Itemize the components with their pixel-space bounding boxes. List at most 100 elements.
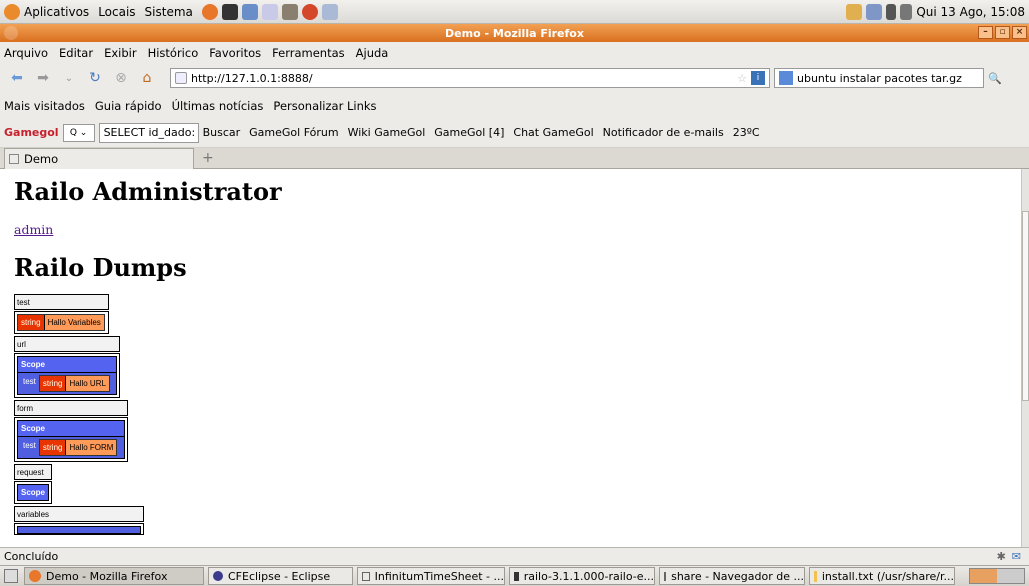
task-firefox[interactable]: Demo - Mozilla Firefox bbox=[24, 567, 204, 585]
minimize-button[interactable]: – bbox=[978, 26, 993, 39]
string-type-label[interactable]: string bbox=[39, 376, 66, 391]
menu-exibir[interactable]: Exibir bbox=[104, 46, 137, 60]
bookmark-personalizar-links[interactable]: Personalizar Links bbox=[273, 99, 376, 113]
menu-aplicativos[interactable]: Aplicativos bbox=[24, 5, 89, 19]
bookmark-star-icon[interactable]: ☆ bbox=[737, 72, 747, 85]
task-terminal[interactable]: railo-3.1.1.000-railo-e... bbox=[509, 567, 655, 585]
clock[interactable]: Qui 13 Ago, 15:08 bbox=[916, 5, 1025, 19]
site-identity-icon[interactable] bbox=[175, 72, 187, 84]
folder-task-icon bbox=[664, 571, 667, 581]
string-value: Hallo FORM bbox=[65, 440, 117, 455]
show-desktop-icon[interactable] bbox=[4, 569, 18, 583]
page-scrollbar[interactable] bbox=[1021, 169, 1029, 547]
menu-historico[interactable]: Histórico bbox=[148, 46, 199, 60]
gimp-launcher-icon[interactable] bbox=[281, 3, 298, 20]
dump-key-variables[interactable]: variables bbox=[14, 506, 144, 522]
history-dropdown-icon[interactable]: ⌄ bbox=[58, 67, 80, 89]
url-bar[interactable]: ☆ i bbox=[170, 68, 770, 88]
volume-tray-icon[interactable] bbox=[900, 3, 913, 20]
gamegol-query-select[interactable]: SELECT id_dado: bbox=[98, 122, 199, 143]
menu-locais[interactable]: Locais bbox=[98, 5, 135, 19]
dump-value-variables bbox=[14, 523, 144, 535]
firefox-window-icon[interactable] bbox=[4, 26, 18, 40]
scope-header[interactable]: Scope bbox=[18, 485, 48, 500]
menubar: Arquivo Editar Exibir Histórico Favorito… bbox=[0, 42, 1029, 63]
search-engine-icon[interactable] bbox=[779, 71, 793, 85]
task-text-editor[interactable]: install.txt (/usr/share/r... bbox=[809, 567, 955, 585]
scrollbar-thumb[interactable] bbox=[1022, 211, 1029, 401]
gamegol-wiki-link[interactable]: Wiki GameGol bbox=[348, 126, 426, 139]
new-tab-icon[interactable]: + bbox=[202, 150, 214, 166]
menu-ajuda[interactable]: Ajuda bbox=[356, 46, 389, 60]
stop-icon[interactable]: ⊗ bbox=[110, 67, 132, 89]
menu-arquivo[interactable]: Arquivo bbox=[4, 46, 48, 60]
user-tray-icon[interactable] bbox=[866, 3, 883, 20]
back-arrow-icon[interactable]: ⬅ bbox=[6, 67, 28, 89]
window-title: Demo - Mozilla Firefox bbox=[445, 26, 584, 40]
menu-favoritos[interactable]: Favoritos bbox=[209, 46, 261, 60]
bookmark-guia-rapido[interactable]: Guia rápido bbox=[95, 99, 162, 113]
task-label: install.txt (/usr/share/r... bbox=[821, 569, 954, 583]
scope-key[interactable]: test bbox=[20, 439, 39, 456]
reload-icon[interactable]: ↻ bbox=[84, 67, 106, 89]
mail-status-icon[interactable]: ✉ bbox=[1012, 550, 1021, 563]
weather-widget[interactable]: 23ºC bbox=[733, 126, 760, 139]
gnome-top-panel: Aplicativos Locais Sistema Qui 13 Ago, 1… bbox=[0, 0, 1029, 24]
gamegol-rss-link[interactable]: GameGol [4] bbox=[434, 126, 504, 139]
scope-header[interactable]: Scope bbox=[18, 421, 124, 437]
gamegol-search-dropdown[interactable]: Q ⌄ bbox=[62, 123, 95, 142]
gamegol-buscar-button[interactable]: Buscar bbox=[203, 126, 241, 139]
window-titlebar[interactable]: Demo - Mozilla Firefox – ▫ × bbox=[0, 24, 1029, 42]
string-type-label[interactable]: string bbox=[39, 440, 66, 455]
scope-key[interactable]: test bbox=[20, 375, 39, 392]
task-file-browser[interactable]: share - Navegador de ... bbox=[659, 567, 805, 585]
close-button[interactable]: × bbox=[1012, 26, 1027, 39]
signal-tray-icon[interactable] bbox=[886, 3, 897, 20]
menu-ferramentas[interactable]: Ferramentas bbox=[272, 46, 344, 60]
menu-sistema[interactable]: Sistema bbox=[145, 5, 193, 19]
search-input[interactable] bbox=[797, 71, 983, 85]
web-launcher-icon[interactable] bbox=[301, 3, 318, 20]
dump-key-test[interactable]: test bbox=[14, 294, 109, 310]
page-title: Railo Administrator bbox=[14, 177, 282, 206]
email-notifier-link[interactable]: Notificador de e-mails bbox=[603, 126, 724, 139]
info-dropdown-icon[interactable]: i bbox=[751, 71, 765, 85]
tab-label: Demo bbox=[24, 151, 59, 166]
tab-bar: Demo + bbox=[0, 147, 1029, 169]
editor-launcher-icon[interactable] bbox=[261, 3, 278, 20]
workspace-switcher[interactable] bbox=[969, 568, 1025, 584]
string-type-label[interactable]: string bbox=[18, 315, 44, 330]
search-bar[interactable] bbox=[774, 68, 984, 88]
dump-key-form[interactable]: form bbox=[14, 400, 128, 416]
screenshot-launcher-icon[interactable] bbox=[321, 3, 338, 20]
status-bar: Concluído ✱ ✉ bbox=[0, 547, 1029, 565]
firefox-launcher-icon[interactable] bbox=[201, 3, 218, 20]
task-eclipse[interactable]: CFEclipse - Eclipse bbox=[208, 567, 353, 585]
scope-header[interactable]: Scope bbox=[18, 357, 116, 373]
home-icon[interactable]: ⌂ bbox=[136, 67, 158, 89]
menu-editar[interactable]: Editar bbox=[59, 46, 93, 60]
bookmark-ultimas-noticias[interactable]: Últimas notícias bbox=[172, 99, 264, 113]
page-favicon-icon bbox=[9, 153, 19, 164]
navigation-toolbar: ⬅ ➡ ⌄ ↻ ⊗ ⌂ ☆ i 🔍 bbox=[0, 63, 1029, 93]
string-value: Hallo URL bbox=[65, 376, 109, 391]
dump-key-url[interactable]: url bbox=[14, 336, 120, 352]
tab-demo[interactable]: Demo bbox=[4, 147, 194, 169]
addon-status-icon[interactable]: ✱ bbox=[997, 550, 1006, 563]
admin-link[interactable]: admin bbox=[14, 222, 1021, 237]
gamegol-chat-link[interactable]: Chat GameGol bbox=[513, 126, 593, 139]
dumps-heading: Railo Dumps bbox=[14, 253, 187, 282]
task-timesheet[interactable]: InfinitumTimeSheet - ... bbox=[357, 567, 505, 585]
forward-arrow-icon[interactable]: ➡ bbox=[32, 67, 54, 89]
bookmark-mais-visitados[interactable]: Mais visitados bbox=[4, 99, 85, 113]
network-launcher-icon[interactable] bbox=[241, 3, 258, 20]
maximize-button[interactable]: ▫ bbox=[995, 26, 1010, 39]
terminal-launcher-icon[interactable] bbox=[221, 3, 238, 20]
gamegol-logo[interactable]: Gamegol bbox=[4, 126, 59, 139]
url-input[interactable] bbox=[191, 71, 738, 85]
gamegol-forum-link[interactable]: GameGol Fórum bbox=[249, 126, 338, 139]
task-label: share - Navegador de ... bbox=[671, 569, 804, 583]
dump-key-request[interactable]: request bbox=[14, 464, 52, 480]
search-icon[interactable]: 🔍 bbox=[988, 72, 1002, 85]
notification-tray-icon[interactable] bbox=[846, 3, 863, 20]
